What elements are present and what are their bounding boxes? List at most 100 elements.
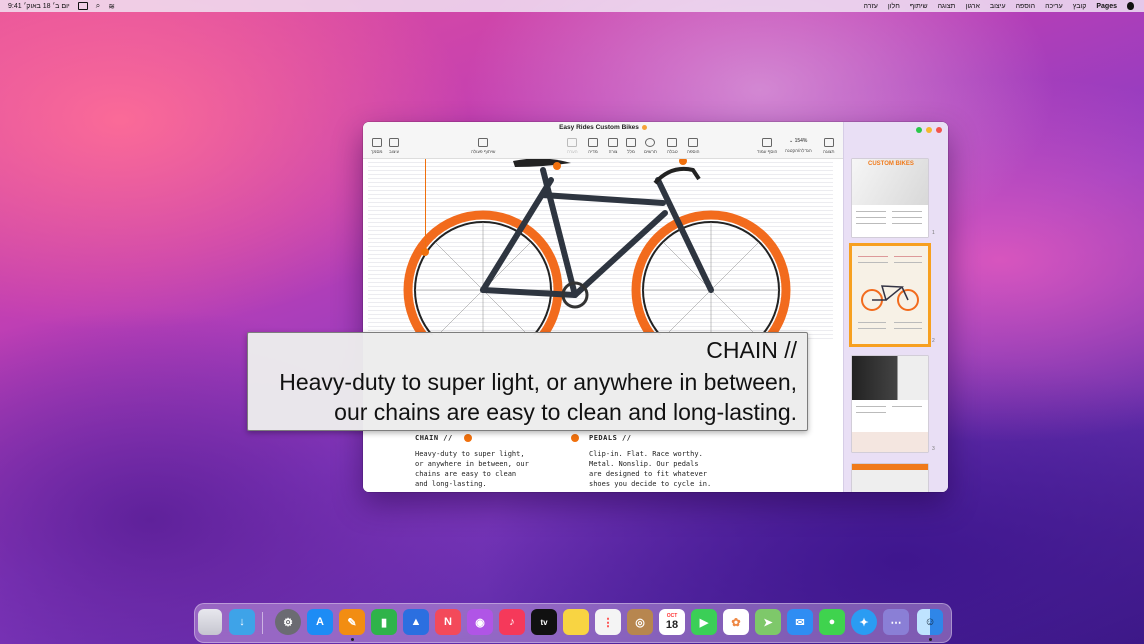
notes-icon[interactable] (563, 609, 589, 635)
menu-item[interactable]: חלון (888, 3, 900, 10)
document-icon (371, 138, 382, 147)
finder-icon[interactable]: ☺ (917, 609, 943, 635)
music-icon[interactable]: ♪ (499, 609, 525, 635)
reminders-icon[interactable]: ⋮ (595, 609, 621, 635)
spotlight-icon[interactable]: ⌕ (96, 1, 100, 11)
bicycle-image[interactable] (393, 159, 813, 335)
messages-icon[interactable]: ● (819, 609, 845, 635)
collaborate-icon (478, 138, 489, 147)
chart-icon (645, 138, 656, 147)
shape-button[interactable]: צורה (608, 138, 618, 154)
zoom-window-button[interactable] (916, 127, 922, 133)
page-thumbnail-4[interactable] (852, 464, 928, 492)
callout-dot[interactable] (421, 248, 429, 256)
mail-icon[interactable]: ✉ (787, 609, 813, 635)
chevron-down-icon: ⌄ (789, 138, 794, 144)
pedals-dot[interactable] (571, 434, 579, 442)
photo-icon (588, 138, 598, 147)
trash-icon[interactable] (198, 609, 222, 635)
callout-line (425, 159, 426, 249)
table-button[interactable]: טבלה (667, 138, 678, 154)
control-center-icon[interactable] (77, 2, 88, 10)
menu-item[interactable]: הוספה (1016, 3, 1035, 10)
app-store-icon[interactable]: A (307, 609, 333, 635)
menu-item[interactable]: תצוגה (938, 3, 956, 10)
edited-indicator-icon (641, 124, 647, 130)
media-button[interactable]: מדיה (588, 138, 598, 154)
collaborate-label: שיתוף פעולה (471, 149, 496, 154)
pedals-body[interactable]: Clip-in. Flat. Race worthy. Metal. Nonsl… (589, 449, 729, 489)
text-label: מלל (627, 149, 635, 154)
podcasts-icon[interactable]: ◉ (467, 609, 493, 635)
dock: ↓ ⚙ A ✎ ▮ ▲ N ◉ ♪ tv ⋮ ◎ OCT 18 ▶ ✿ ➤ ✉ … (194, 603, 952, 643)
comment-label: הערה (567, 149, 578, 154)
callout-dot[interactable] (553, 162, 561, 170)
insert-button[interactable]: הוספה (687, 138, 700, 154)
launchpad-icon[interactable]: ⋯ (883, 609, 909, 635)
menu-item[interactable]: ארגון (966, 3, 980, 10)
insert-icon (688, 138, 699, 147)
plus-icon (762, 138, 773, 147)
zoom-control[interactable]: ⌄ 154% (789, 138, 807, 144)
menu-item[interactable]: עיצוב (990, 3, 1006, 10)
page-thumbnail-1[interactable]: CUSTOM BIKES (852, 159, 928, 237)
view-button[interactable]: תצוגה (823, 138, 835, 154)
page-number: 3 (932, 446, 935, 452)
paintbrush-icon (389, 138, 400, 147)
facetime-icon[interactable]: ▶ (691, 609, 717, 635)
chart-button[interactable]: תרשים (644, 138, 657, 154)
zoom-label-text: הגדלה/הקטנה (785, 148, 812, 153)
collaborate-button[interactable]: שיתוף פעולה (471, 138, 495, 154)
chain-dot[interactable] (464, 434, 472, 442)
document-title-text: Easy Rides Custom Bikes (559, 124, 639, 131)
menu-item[interactable]: שיתוף (910, 3, 928, 10)
add-page-button[interactable]: הוסף עמוד (757, 138, 777, 154)
apple-icon[interactable] (1127, 2, 1134, 10)
page-thumbnail-3[interactable] (852, 356, 928, 452)
menu-app-name[interactable]: Pages (1096, 3, 1117, 10)
system-preferences-icon[interactable]: ⚙ (275, 609, 301, 635)
document-label: מסמך (371, 149, 383, 154)
document-canvas[interactable]: CHAIN // Heavy-duty to super light, or a… (363, 159, 843, 492)
table-icon (667, 138, 678, 147)
minimize-window-button[interactable] (926, 127, 932, 133)
keynote-icon[interactable]: ▲ (403, 609, 429, 635)
menu-bar: יום ב׳ 18 באוק׳ 9:41 ⌕ ≋ Pages קובץ עריכ… (0, 0, 1144, 12)
close-window-button[interactable] (936, 127, 942, 133)
menu-item[interactable]: עריכה (1045, 3, 1063, 10)
textbox-icon (626, 138, 636, 147)
downloads-folder-icon[interactable]: ↓ (229, 609, 255, 635)
page-thumbnail-2[interactable] (852, 246, 928, 344)
pages-icon[interactable]: ✎ (339, 609, 365, 635)
page-number: 1 (932, 230, 935, 236)
news-icon[interactable]: N (435, 609, 461, 635)
pedals-heading[interactable]: PEDALS // (589, 434, 631, 442)
photos-icon[interactable]: ✿ (723, 609, 749, 635)
wifi-icon[interactable]: ≋ (108, 2, 115, 11)
shape-icon (608, 138, 618, 147)
chain-heading[interactable]: CHAIN // (415, 434, 453, 442)
zoom-value: 154% (794, 138, 808, 144)
contacts-icon[interactable]: ◎ (627, 609, 653, 635)
table-label: טבלה (667, 149, 678, 154)
maps-icon[interactable]: ➤ (755, 609, 781, 635)
menu-item[interactable]: עזרה (864, 3, 878, 10)
tv-icon[interactable]: tv (531, 609, 557, 635)
zoom-label: הגדלה/הקטנה (785, 148, 812, 153)
comment-button[interactable]: הערה (567, 138, 578, 154)
pages-window: Easy Rides Custom Bikes מסמך עיצוב שיתוף… (363, 122, 948, 492)
document-button[interactable]: מסמך (371, 138, 383, 154)
page-number: 2 (932, 338, 935, 344)
numbers-icon[interactable]: ▮ (371, 609, 397, 635)
sidebar-icon (823, 138, 834, 147)
thumbnail-title: CUSTOM BIKES (868, 161, 914, 167)
chain-body[interactable]: Heavy-duty to super light, or anywhere i… (415, 449, 555, 489)
chart-label: תרשים (644, 149, 657, 154)
menu-item[interactable]: קובץ (1073, 3, 1087, 10)
format-button[interactable]: עיצוב (389, 138, 399, 154)
text-button[interactable]: מלל (626, 138, 636, 154)
calendar-icon[interactable]: OCT 18 (659, 609, 685, 635)
safari-icon[interactable]: ✦ (851, 609, 877, 635)
clock[interactable]: יום ב׳ 18 באוק׳ 9:41 (8, 3, 70, 10)
comment-icon (567, 138, 578, 147)
